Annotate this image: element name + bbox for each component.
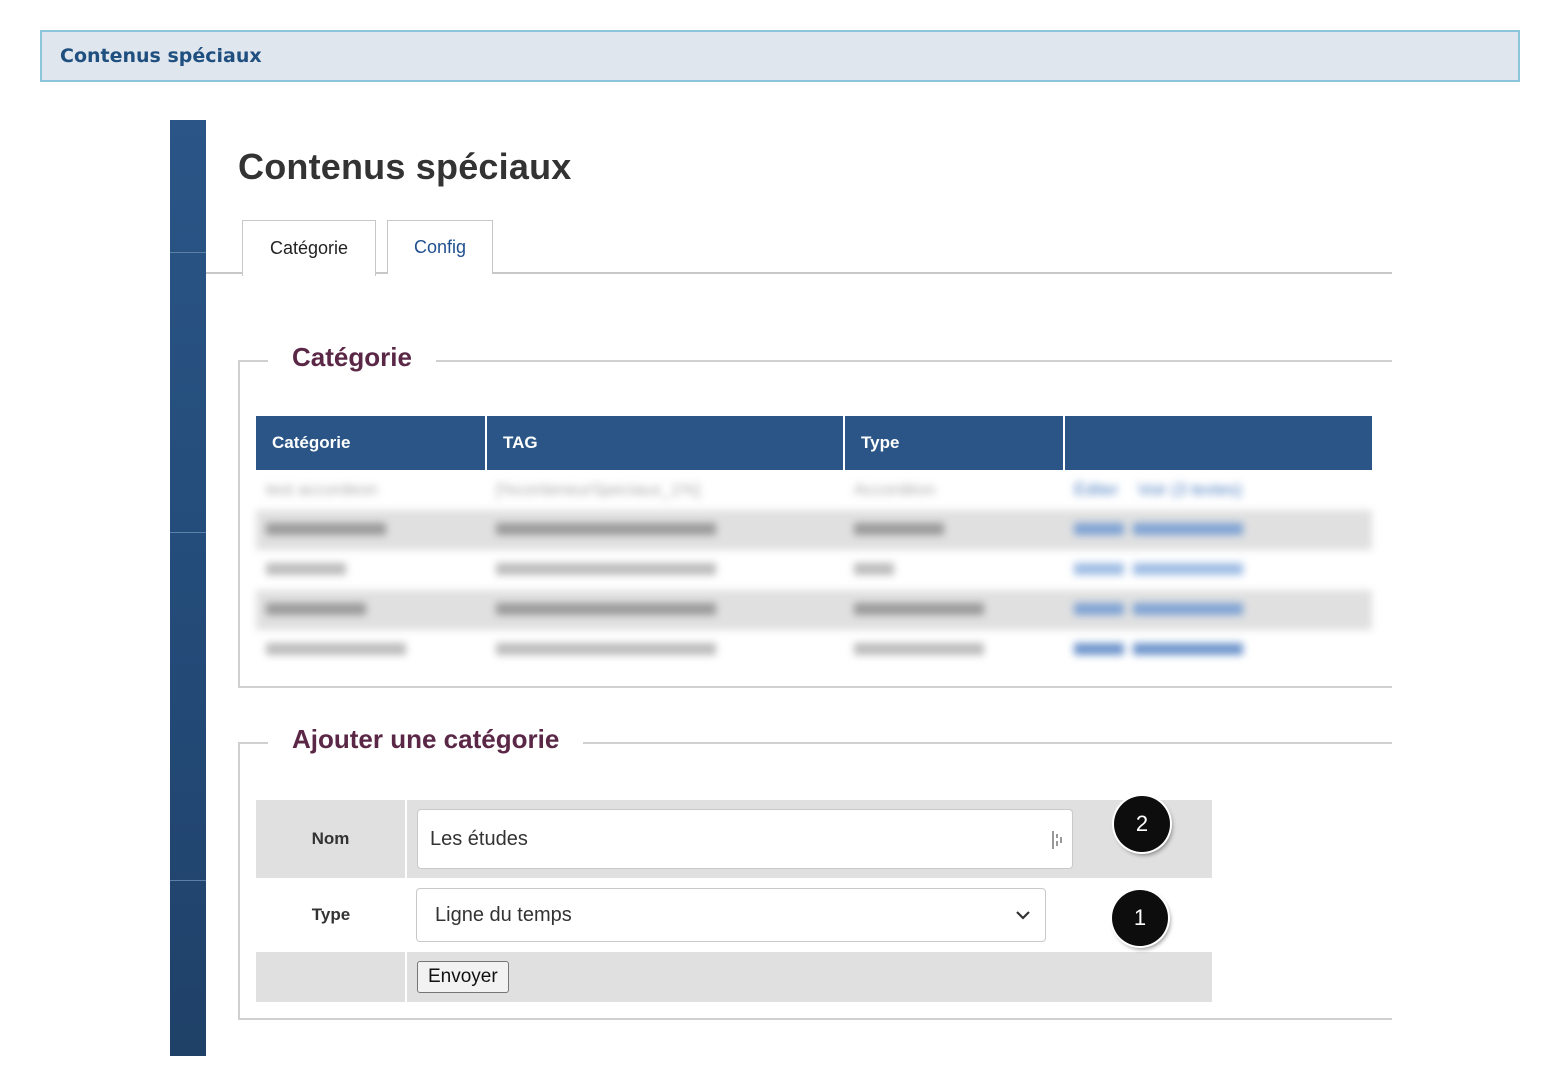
tab-config-label: Config [413,237,467,257]
submit-cell: Envoyer [406,952,1212,1002]
cell-categorie: test accordeon [266,480,378,499]
category-legend: Catégorie [268,342,436,373]
table-header-row: Catégorie TAG Type [256,416,1372,470]
form-row-submit: Envoyer [256,952,1212,1002]
sidebar-divider [170,252,206,253]
column-header-actions [1064,416,1372,470]
column-header-tag: TAG [486,416,845,470]
type-select-value: Ligne du temps [435,903,572,926]
view-texts-link[interactable]: Voir (3 textes) [1137,480,1242,499]
column-header-type: Type [844,416,1065,470]
add-category-form: Nom Les études Type Ligne du temps Envoy… [256,800,1212,1002]
nom-input-value: Les études [430,827,528,850]
envoyer-button[interactable]: Envoyer [417,961,509,993]
tab-bar: Catégorie Config [206,220,1392,276]
document-banner: Contenus spéciaux [40,30,1520,82]
type-select[interactable]: Ligne du temps [416,888,1046,942]
banner-title: Contenus spéciaux [60,45,262,67]
nom-field-cell: Les études [406,800,1212,878]
table-row: test accordeon [%conteneurSpeciaux_1%] A… [256,470,1372,510]
left-sidebar [170,120,206,1056]
sidebar-divider [170,532,206,533]
cell-type: Accordéon [854,480,936,499]
type-field-cell: Ligne du temps [406,878,1212,952]
edit-link[interactable]: Éditer [1074,480,1118,499]
cell-actions: Éditer Voir (3 textes) [1064,470,1372,510]
nom-input[interactable]: Les études [417,809,1073,869]
cell-tag: [%conteneurSpeciaux_1%] [496,480,701,499]
tab-config[interactable]: Config [387,220,493,274]
submit-label-cell [256,952,407,1002]
step-marker-1: 1 [1112,890,1168,946]
column-header-categorie: Catégorie [256,416,487,470]
page-title: Contenus spéciaux [238,146,572,187]
type-label: Type [311,905,351,924]
screenshot-frame: Contenus spéciaux Catégorie Config Catég… [170,120,1392,1056]
chevron-down-icon [1016,911,1030,920]
table-row-blurred [256,550,1372,590]
tab-categorie[interactable]: Catégorie [242,220,376,276]
table-row-blurred [256,590,1372,630]
form-row-nom: Nom Les études [256,800,1212,878]
tab-categorie-label: Catégorie [269,238,349,258]
add-category-legend: Ajouter une catégorie [268,724,584,755]
password-manager-icon[interactable] [1052,831,1062,849]
form-row-type: Type Ligne du temps [256,878,1212,952]
table-row-blurred [256,510,1372,550]
step-marker-2: 2 [1114,796,1170,852]
nom-label: Nom [256,800,407,878]
category-table: Catégorie TAG Type test accordeon [%cont… [256,416,1372,670]
sidebar-divider [170,880,206,881]
table-row-blurred [256,630,1372,670]
